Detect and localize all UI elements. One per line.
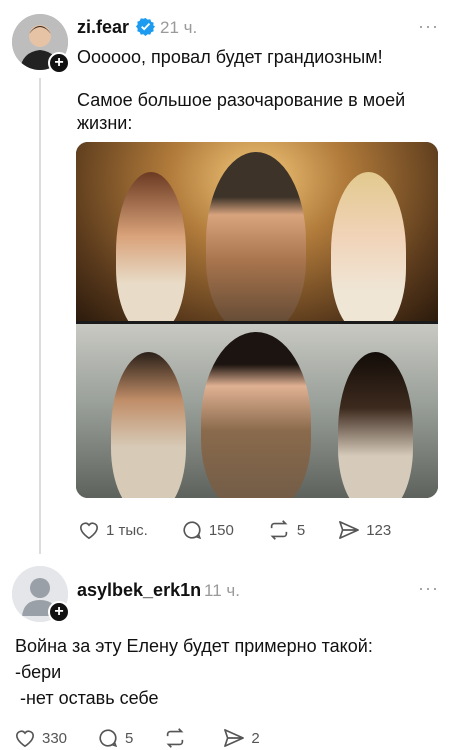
reply-text-line3: -нет оставь себе	[15, 688, 159, 708]
repost-button[interactable]: 5	[267, 519, 305, 541]
like-button[interactable]: 330	[14, 728, 67, 748]
more-icon[interactable]: ···	[418, 578, 439, 599]
reply-actions: 330 5 2	[14, 727, 260, 749]
image-frame-bottom	[76, 324, 438, 498]
heart-icon	[15, 730, 35, 748]
share-button[interactable]: 123	[338, 520, 391, 540]
image-frame-top	[76, 142, 438, 332]
share-count: 123	[366, 521, 392, 539]
reply-text-line1: Война за эту Елену будет примерно такой:	[15, 636, 373, 656]
repost-icon	[270, 520, 288, 540]
repost-button[interactable]	[163, 727, 193, 749]
follow-plus-icon[interactable]: +	[48, 52, 70, 74]
comment-icon	[183, 521, 202, 540]
post-actions: 1 тыс. 150 5 123	[78, 519, 391, 541]
post-text-line1: Oooooo, провал будет грандиозным!	[77, 47, 383, 67]
like-button[interactable]: 1 тыс.	[78, 520, 148, 540]
share-count: 2	[251, 729, 260, 747]
username[interactable]: asylbek_erk1n	[77, 580, 201, 601]
repost-icon	[166, 728, 184, 748]
share-icon	[224, 729, 245, 747]
verified-icon	[136, 17, 155, 36]
username[interactable]: zi.fear	[77, 17, 129, 38]
more-icon[interactable]: ···	[418, 16, 439, 37]
like-count: 330	[42, 729, 68, 747]
thread-line	[39, 78, 41, 554]
heart-icon	[79, 522, 99, 540]
reply-time: 11 ч.	[204, 581, 240, 600]
post-image[interactable]	[76, 142, 438, 498]
reply-text-line2: -бери	[15, 662, 62, 682]
post-text-line3: жизни:	[77, 113, 133, 133]
share-button[interactable]: 2	[223, 728, 260, 748]
repost-count: 5	[296, 521, 306, 539]
share-icon	[339, 521, 360, 539]
follow-plus-icon[interactable]: +	[48, 601, 70, 623]
comment-button[interactable]: 150	[181, 519, 234, 541]
post-time: 21 ч.	[160, 18, 198, 37]
comment-button[interactable]: 5	[97, 727, 133, 749]
comment-icon	[99, 729, 118, 748]
comment-count: 150	[208, 521, 234, 539]
like-count: 1 тыс.	[106, 521, 148, 539]
comment-count: 5	[125, 729, 134, 747]
